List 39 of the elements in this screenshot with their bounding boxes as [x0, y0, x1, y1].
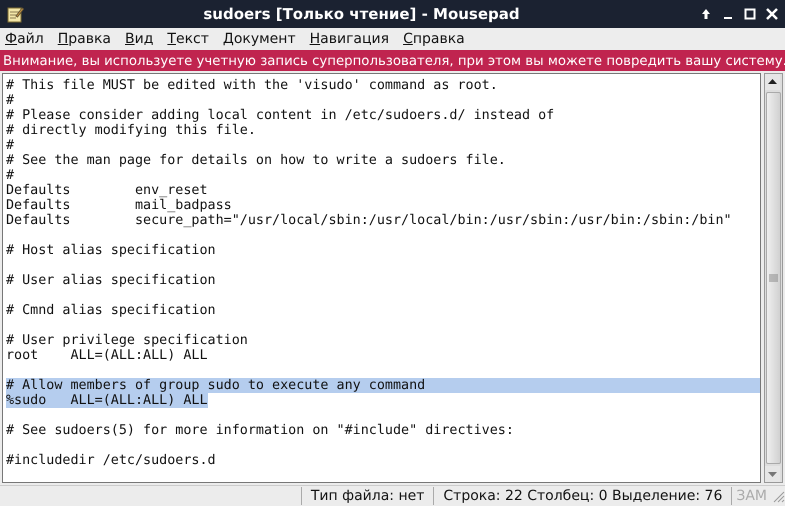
- scroll-up-icon[interactable]: [765, 74, 780, 90]
- scroll-thumb[interactable]: [766, 92, 781, 464]
- warning-message: Внимание, вы используете учетную запись суперпользователя, при этом вы можете повредить вашу систему.: [3, 54, 785, 69]
- code-line: # User privilege specification: [6, 333, 248, 348]
- code-line: # User alias specification: [6, 273, 216, 288]
- code-line: # See the man page for details on how to write a sudoers file.: [6, 153, 506, 168]
- resize-grip-icon[interactable]: [771, 489, 785, 503]
- code-line: Defaults env_reset: [6, 183, 208, 198]
- window-title: sudoers [Только чтение] - Mousepad: [202, 5, 521, 23]
- code-line: # This file MUST be edited with the 'visudo' command as root.: [6, 78, 498, 93]
- cursor-position: Строка: 22 Столбец: 0 Выделение: 76: [433, 487, 732, 505]
- scrollbar[interactable]: [764, 73, 783, 483]
- menu-item[interactable]: Документ: [220, 31, 300, 47]
- file-type-label: Тип файла: нет: [300, 487, 434, 505]
- code-line: Defaults mail_badpass: [6, 198, 232, 213]
- keep-above-icon[interactable]: [699, 7, 713, 21]
- code-line: #includedir /etc/sudoers.d: [6, 453, 216, 468]
- menu-item[interactable]: Файл: [2, 31, 48, 47]
- code-line: # directly modifying this file.: [6, 123, 256, 138]
- code-line: # See sudoers(5) for more information on "#include" directives:: [6, 423, 514, 438]
- close-icon[interactable]: [765, 7, 779, 21]
- menu-item[interactable]: Справка: [400, 31, 469, 47]
- overwrite-indicator: ЗАМ: [731, 487, 771, 505]
- code-line: # Host alias specification: [6, 243, 216, 258]
- code-line: Defaults secure_path="/usr/local/sbin:/usr/local/bin:/usr/sbin:/usr/bin:/sbin:/bin": [6, 213, 732, 228]
- maximize-icon[interactable]: [743, 7, 757, 21]
- code-line: #: [6, 93, 14, 108]
- menu-item[interactable]: Правка: [54, 31, 115, 47]
- code-line: # Cmnd alias specification: [6, 303, 216, 318]
- menu-item[interactable]: Навигация: [306, 31, 394, 47]
- text-editor[interactable]: [2, 73, 761, 483]
- menu-item[interactable]: Текст: [164, 31, 213, 47]
- code-line: #: [6, 168, 14, 183]
- code-line: #: [6, 138, 14, 153]
- notepad-icon: [6, 5, 24, 23]
- scroll-down-icon[interactable]: [765, 466, 780, 482]
- code-line: root ALL=(ALL:ALL) ALL: [6, 348, 208, 363]
- menu-item[interactable]: Вид: [122, 31, 158, 47]
- code-line: # Please consider adding local content in /etc/sudoers.d/ instead of: [6, 108, 554, 123]
